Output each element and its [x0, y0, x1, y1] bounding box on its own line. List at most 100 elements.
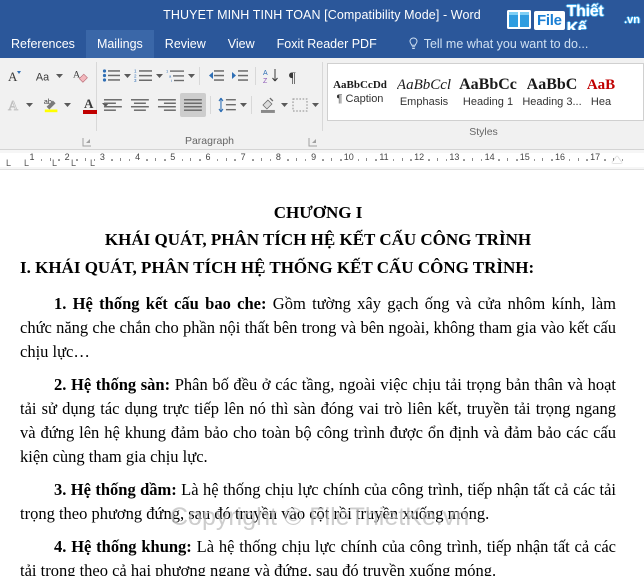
ruler-tick [76, 159, 78, 161]
tab-stop-marker[interactable]: L [52, 159, 57, 168]
ruler-tick [472, 158, 473, 161]
bullets-button[interactable] [100, 64, 123, 88]
style-item-heading-partial[interactable]: AaB Hea [584, 64, 618, 120]
paragraph-1: 1. Hệ thống kết cấu bao che: Gồm tường x… [20, 292, 616, 364]
show-formatting-marks-button[interactable]: ¶ [283, 64, 305, 88]
ribbon: A Aa A A ab A 1 2 3 1 a i A Z ¶ Paragrap… [0, 58, 644, 150]
right-indent-marker[interactable] [612, 156, 622, 163]
tell-me-search[interactable]: Tell me what you want to do... [400, 30, 597, 58]
ruler-tick [463, 159, 465, 161]
sort-button[interactable]: A Z [260, 64, 282, 88]
ruler-tick [340, 159, 342, 161]
paragraph-2: 2. Hệ thống sàn: Phân bố đều ở các tầng,… [20, 373, 616, 469]
ruler-tick [58, 159, 60, 161]
ruler-tick [436, 158, 438, 161]
decrease-indent-button[interactable] [204, 64, 227, 88]
style-item-emphasis[interactable]: AaBbCcl Emphasis [392, 64, 456, 120]
ruler-tick [190, 158, 192, 161]
horizontal-ruler[interactable]: 1 2 3 4 5 6 7 8 9 10 11 12 13 14 15 16 17 L L L L L [0, 150, 644, 170]
paragraph-dialog-launcher-icon[interactable] [308, 137, 318, 147]
align-right-button[interactable] [154, 93, 180, 117]
ruler-tick [120, 158, 121, 161]
align-left-button[interactable] [100, 93, 126, 117]
ruler-number: 10 [343, 152, 354, 162]
paragraph-group-label: Paragraph [184, 135, 235, 147]
ruler-number: 15 [519, 152, 530, 162]
shading-caret-icon[interactable] [281, 93, 288, 117]
text-effects-button[interactable]: A [3, 93, 25, 117]
line-spacing-caret-icon[interactable] [240, 93, 248, 117]
tab-references[interactable]: References [0, 30, 86, 58]
tab-review[interactable]: Review [154, 30, 217, 58]
svg-text:Z: Z [263, 78, 268, 84]
svg-text:A: A [84, 96, 94, 111]
increase-indent-button[interactable] [228, 64, 251, 88]
svg-text:A: A [8, 99, 19, 113]
text-highlight-color-button[interactable]: ab [41, 93, 63, 117]
styles-group: AaBbCcDd ¶ Caption AaBbCcl Emphasis AaBb… [323, 58, 644, 149]
tab-stop-marker[interactable]: L [24, 159, 29, 168]
ruler-tick [225, 158, 227, 161]
numbering-button[interactable]: 1 2 3 [132, 64, 155, 88]
font-dialog-launcher-icon[interactable] [82, 137, 92, 147]
style-label: Heading 1 [462, 96, 514, 108]
shading-button[interactable] [256, 93, 280, 117]
tab-mailings[interactable]: Mailings [85, 30, 154, 58]
justify-button[interactable] [180, 92, 207, 117]
document-canvas[interactable]: CHƯƠNG I KHÁI QUÁT, PHÂN TÍCH HỆ KẾT CẤU… [0, 171, 644, 576]
logo-text-file: File [534, 10, 565, 30]
style-item-heading-3[interactable]: AaBbC Heading 3... [520, 64, 584, 120]
ruler-number: 16 [554, 152, 566, 162]
styles-group-label: Styles [469, 126, 498, 138]
styles-gallery[interactable]: AaBbCcDd ¶ Caption AaBbCcl Emphasis AaBb… [327, 63, 644, 121]
svg-text:i: i [171, 78, 172, 83]
ruler-tick [234, 159, 236, 161]
ruler-tick [269, 159, 272, 161]
bullets-caret-icon[interactable] [124, 64, 131, 88]
paragraph-3: 3. Hệ thống dầm: Là hệ thống chịu lực ch… [20, 478, 616, 526]
ruler-tick [322, 159, 324, 161]
ruler-number: 8 [275, 152, 281, 162]
document-page: CHƯƠNG I KHÁI QUÁT, PHÂN TÍCH HỆ KẾT CẤU… [0, 171, 644, 576]
ruler-tick [577, 158, 579, 161]
ruler-number: 2 [64, 152, 70, 162]
numbering-caret-icon[interactable] [156, 64, 163, 88]
ruler-tick [331, 158, 333, 161]
ruler-tick [357, 159, 360, 161]
tab-stop-marker[interactable]: L [71, 159, 76, 168]
ribbon-tab-bar: References Mailings Review View Foxit Re… [0, 30, 644, 58]
line-spacing-button[interactable] [215, 93, 239, 117]
borders-button[interactable] [289, 93, 311, 117]
clear-formatting-button[interactable]: A [71, 64, 93, 88]
ruler-tick [111, 159, 113, 161]
font-group-row-1: A Aa A [0, 61, 96, 90]
change-case-button[interactable]: Aa [33, 64, 55, 88]
tab-stop-marker[interactable]: L [6, 159, 11, 168]
ruler-number: 7 [240, 152, 246, 162]
ruler-tick [84, 158, 86, 161]
svg-text:¶: ¶ [289, 70, 296, 84]
multilevel-list-caret-icon[interactable] [188, 64, 195, 88]
align-center-button[interactable] [127, 93, 153, 117]
text-highlight-caret-icon[interactable] [64, 93, 71, 117]
tab-stop-marker[interactable]: L [90, 159, 95, 168]
style-item-heading-1[interactable]: AaBbCc Heading 1 [456, 64, 520, 120]
ruler-tick [49, 158, 51, 161]
ruler-tick [604, 159, 606, 161]
style-label: Emphasis [399, 95, 449, 108]
style-label: ¶ Caption [336, 93, 384, 105]
ruler-tick [445, 159, 448, 161]
logo-text-vn: .vn [624, 13, 640, 26]
tab-foxit-reader-pdf[interactable]: Foxit Reader PDF [266, 30, 388, 58]
text-effects-caret-icon[interactable] [26, 93, 33, 117]
shrink-font-button[interactable]: A [3, 64, 25, 88]
borders-caret-icon[interactable] [312, 93, 319, 117]
font-group: A Aa A A ab A [0, 58, 109, 149]
style-item-caption[interactable]: AaBbCcDd ¶ Caption [328, 64, 392, 120]
paragraph-1-label: 1. Hệ thống kết cấu bao che: [54, 294, 267, 313]
multilevel-list-button[interactable]: 1 a i [164, 64, 187, 88]
tab-view[interactable]: View [217, 30, 266, 58]
svg-text:3: 3 [134, 78, 137, 83]
paragraph-2-label: 2. Hệ thống sàn: [54, 375, 171, 394]
change-case-caret-icon[interactable] [56, 64, 63, 88]
